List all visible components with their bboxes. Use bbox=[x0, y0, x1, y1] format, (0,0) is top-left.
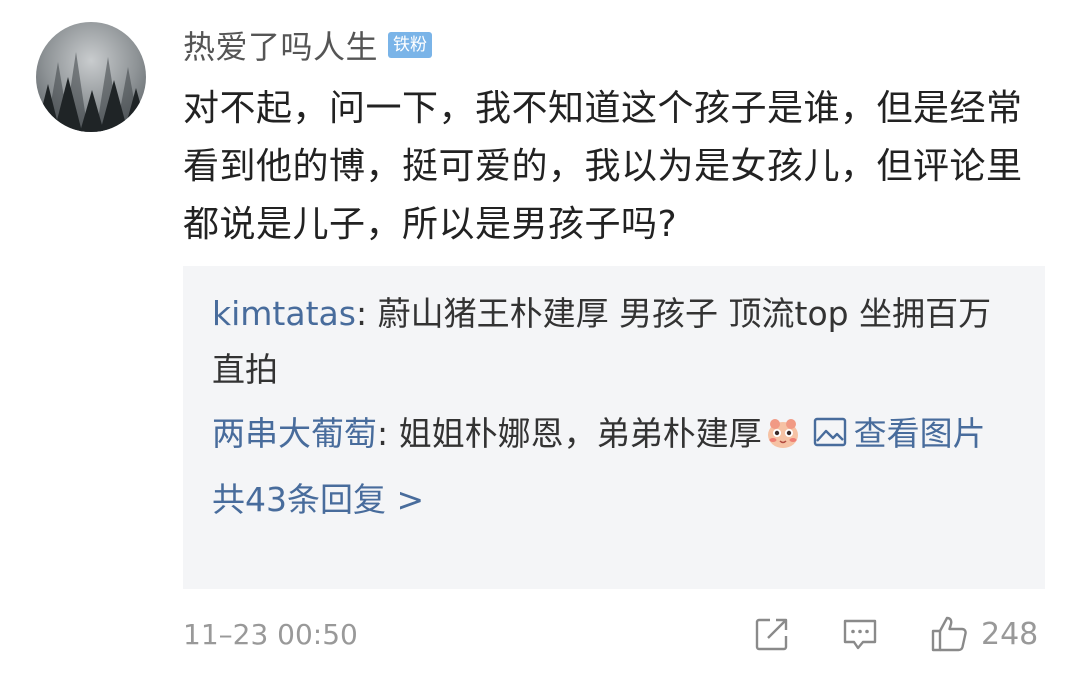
avatar[interactable] bbox=[36, 22, 146, 132]
like-icon bbox=[931, 616, 967, 652]
timestamp: 11–23 00:50 bbox=[183, 618, 358, 651]
reply-separator: : bbox=[355, 294, 378, 333]
more-replies-link[interactable]: 共43条回复 > bbox=[212, 472, 1017, 528]
comment-icon bbox=[843, 619, 877, 650]
comment-button[interactable] bbox=[841, 612, 879, 656]
fan-badge: 铁粉 bbox=[388, 32, 433, 58]
view-image-label: 查看图片 bbox=[853, 414, 986, 453]
like-count: 248 bbox=[981, 616, 1039, 652]
reply-author[interactable]: kimtatas bbox=[212, 294, 356, 333]
replies-container[interactable]: kimtatas: 蔚山猪王朴建厚 男孩子 顶流top 坐拥百万直拍 两串大葡萄… bbox=[183, 266, 1045, 589]
comment-footer: 11–23 00:50 248 bbox=[183, 612, 1045, 656]
like-button[interactable]: 248 bbox=[929, 612, 1038, 656]
view-image-link[interactable]: 查看图片 bbox=[802, 414, 986, 453]
share-button[interactable] bbox=[753, 612, 791, 656]
comment-text: 对不起，问一下，我不知道这个孩子是谁，但是经常看到他的博，挺可爱的，我以为是女孩… bbox=[183, 88, 1023, 245]
reply-author[interactable]: 两串大葡萄 bbox=[212, 414, 377, 453]
reply-item[interactable]: kimtatas: 蔚山猪王朴建厚 男孩子 顶流top 坐拥百万直拍 bbox=[212, 286, 1017, 398]
reply-item[interactable]: 两串大葡萄: 姐姐朴娜恩，弟弟朴建厚 查看图片 bbox=[212, 406, 1017, 462]
reply-text: 姐姐朴娜恩，弟弟朴建厚 bbox=[398, 414, 762, 453]
reply-separator: : bbox=[377, 414, 399, 453]
avatar-forest-image bbox=[36, 22, 146, 132]
share-icon bbox=[755, 618, 788, 651]
cute-blush-emoji-icon bbox=[767, 419, 798, 448]
username[interactable]: 热爱了吗人生 bbox=[183, 22, 378, 68]
image-icon bbox=[813, 417, 846, 447]
comment-header: 热爱了吗人生 铁粉 bbox=[183, 22, 433, 68]
